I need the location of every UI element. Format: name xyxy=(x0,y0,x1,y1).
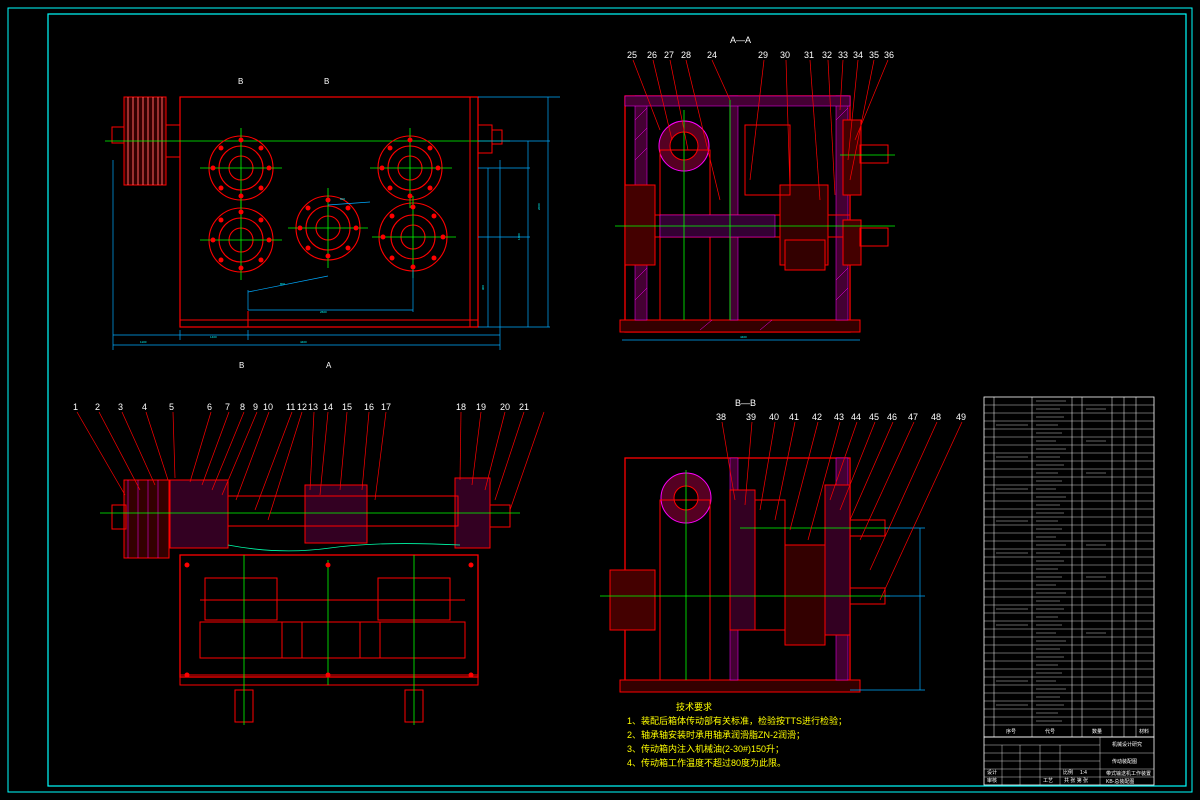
svg-text:1400: 1400 xyxy=(517,233,521,240)
balloon-31: 31 xyxy=(804,50,814,60)
balloon-16: 16 xyxy=(364,402,374,412)
header-material: 材料 xyxy=(1139,728,1149,735)
balloon-15: 15 xyxy=(342,402,352,412)
drawing-number: KB-总装配图 xyxy=(1106,778,1134,785)
title-block: 机械设计研究 传动装配图 带式输送机工作装置 KB-总装配图 设计 审核 工艺 … xyxy=(983,736,1155,786)
balloon-14: 14 xyxy=(323,402,333,412)
drawing-name: 传动装配图 xyxy=(1112,758,1137,765)
svg-text:2000: 2000 xyxy=(537,203,541,210)
project-name: 带式输送机工作装置 xyxy=(1106,770,1151,777)
svg-text:800: 800 xyxy=(280,282,285,286)
balloon-4: 4 xyxy=(142,402,147,412)
svg-text:1100: 1100 xyxy=(140,340,147,344)
balloon-35: 35 xyxy=(869,50,879,60)
note-2: 2、轴承轴安装时承用轴承润滑脂ZN-2润滑； xyxy=(627,729,805,740)
balloon-44: 44 xyxy=(851,412,861,422)
balloon-27: 27 xyxy=(664,50,674,60)
svg-text:4400: 4400 xyxy=(300,340,307,344)
balloon-13: 13 xyxy=(308,402,318,412)
balloon-29: 29 xyxy=(758,50,768,60)
section-aa-view: A—A 25 26 27 28 24 29 30 31 32 33 34 35 … xyxy=(615,35,895,341)
cad-drawing-canvas: 4400 1400 2600 1100 2000 1400 900 800 800 B B… xyxy=(7,7,1193,793)
scale-value: 1:4 xyxy=(1080,770,1087,776)
scale-label: 比例 xyxy=(1063,769,1073,776)
parts-list-table: 序号 代号 数量 材料 xyxy=(983,396,1155,738)
balloon-5: 5 xyxy=(169,402,174,412)
note-3: 3、传动箱内注入机械油(2-30#)150升； xyxy=(627,743,784,754)
section-aa-label: A—A xyxy=(730,35,751,45)
main-front-view: 1 2 3 4 5 6 7 8 9 10 11 12 13 14 15 16 1… xyxy=(73,402,545,725)
balloon-48: 48 xyxy=(931,412,941,422)
balloon-6: 6 xyxy=(207,402,212,412)
balloon-24: 24 xyxy=(707,50,717,60)
top-plan-view: 4400 1400 2600 1100 2000 1400 900 800 800 B B… xyxy=(105,77,560,370)
notes-title: 技术要求 xyxy=(676,701,712,712)
balloon-38: 38 xyxy=(716,412,726,422)
view-mark-top-left-1: B xyxy=(238,77,243,86)
svg-text:2600: 2600 xyxy=(320,310,327,314)
bearing-circles xyxy=(200,128,456,280)
section-bb-label: B—B xyxy=(735,398,756,408)
balloon-43: 43 xyxy=(834,412,844,422)
checker-label: 审核 xyxy=(987,777,997,784)
view-mark-top-left-2: B xyxy=(324,77,329,86)
note-4: 4、传动箱工作温度不超过80度为此限。 xyxy=(627,757,786,768)
designer-label: 设计 xyxy=(987,769,997,776)
balloon-11: 11 xyxy=(286,402,295,412)
balloon-2: 2 xyxy=(95,402,100,412)
balloon-32: 32 xyxy=(822,50,832,60)
balloon-33: 33 xyxy=(838,50,848,60)
svg-text:4400: 4400 xyxy=(740,335,747,339)
svg-text:800: 800 xyxy=(340,197,345,201)
balloon-21: 21 xyxy=(519,402,529,412)
balloon-9: 9 xyxy=(253,402,258,412)
balloon-8: 8 xyxy=(240,402,245,412)
balloon-17: 17 xyxy=(381,402,391,412)
view-mark-bottom-left-2: A xyxy=(326,361,332,370)
balloon-34: 34 xyxy=(853,50,863,60)
balloon-36: 36 xyxy=(884,50,894,60)
balloon-20: 20 xyxy=(500,402,510,412)
balloon-18: 18 xyxy=(456,402,466,412)
balloon-19: 19 xyxy=(476,402,486,412)
balloon-46: 46 xyxy=(887,412,897,422)
balloon-3: 3 xyxy=(118,402,123,412)
technical-notes: 技术要求 1、装配后箱体传动部有关标准，检验按TTS进行检验； 2、轴承轴安装时… xyxy=(627,701,847,768)
header-no: 序号 xyxy=(1006,728,1016,735)
view-mark-bottom-left-1: B xyxy=(239,361,244,370)
svg-text:1400: 1400 xyxy=(210,335,217,339)
balloon-47: 47 xyxy=(908,412,918,422)
sheet-inner-border xyxy=(47,13,1187,787)
balloon-25: 25 xyxy=(627,50,637,60)
note-1: 1、装配后箱体传动部有关标准，检验按TTS进行检验； xyxy=(627,715,847,726)
svg-text:900: 900 xyxy=(481,285,485,290)
balloon-26: 26 xyxy=(647,50,657,60)
header-code: 代号 xyxy=(1045,728,1055,735)
balloon-28: 28 xyxy=(681,50,691,60)
balloon-42: 42 xyxy=(812,412,822,422)
balloon-10: 10 xyxy=(263,402,273,412)
balloon-40: 40 xyxy=(769,412,779,422)
balloon-49: 49 xyxy=(956,412,966,422)
balloon-30: 30 xyxy=(780,50,790,60)
sheet-info: 共 张 第 张 xyxy=(1064,777,1088,784)
company-name: 机械设计研究 xyxy=(1112,741,1142,748)
header-qty: 数量 xyxy=(1092,728,1102,735)
balloon-1: 1 xyxy=(73,402,78,412)
balloon-7: 7 xyxy=(225,402,230,412)
balloon-45: 45 xyxy=(869,412,879,422)
balloon-12: 12 xyxy=(297,402,307,412)
process-label: 工艺 xyxy=(1043,778,1053,784)
balloon-41: 41 xyxy=(789,412,799,422)
balloon-39: 39 xyxy=(746,412,756,422)
section-bb-view: B—B 38 39 40 41 42 43 44 45 46 47 48 49 xyxy=(600,398,966,693)
